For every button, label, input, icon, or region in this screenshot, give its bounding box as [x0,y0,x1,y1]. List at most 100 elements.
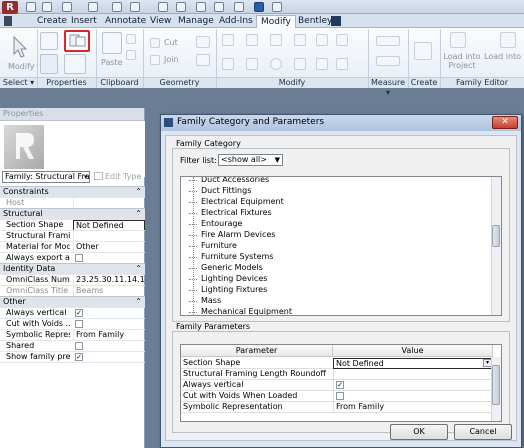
tab-create[interactable]: Create [33,15,71,28]
list-item[interactable]: Electrical Fixtures [189,208,272,219]
type-selector[interactable]: Family: Structural Fra [2,171,90,183]
property-row-shared[interactable]: Shared [0,340,145,351]
tab-annotate[interactable]: Annotate [101,15,150,28]
match-type-icon[interactable] [126,50,136,60]
table-row[interactable]: Always vertical ✓ [181,380,493,391]
list-item[interactable]: Generic Models [189,263,263,274]
list-item[interactable]: Duct Accessories [189,177,269,186]
print-icon[interactable] [112,2,122,12]
group-select[interactable]: Select ▾ [0,77,37,88]
cut-geometry-icon[interactable] [150,38,160,48]
load-into-project-icon[interactable] [450,32,466,48]
trim-icon[interactable] [294,58,306,70]
group-measure[interactable]: Measure ▾ [368,77,408,97]
edit-type-button[interactable]: Edit Type [94,171,141,183]
redo-icon[interactable] [88,2,98,12]
scrollbar-thumb[interactable] [492,365,500,405]
paste-icon[interactable] [102,32,122,54]
family-category-parameters-button[interactable] [64,30,90,52]
ok-button[interactable]: OK [390,424,448,440]
switch-windows-icon[interactable] [234,2,244,12]
column-header-value[interactable]: Value [333,345,493,357]
close-button[interactable]: ✕ [492,116,518,129]
property-row-show-family-pre-cut[interactable]: Show family pre-... ✓ [0,351,145,362]
measure-icon[interactable] [130,2,140,12]
list-item[interactable]: Furniture [189,241,237,252]
table-row[interactable]: Cut with Voids When Loaded [181,391,493,402]
align-icon[interactable] [222,34,234,46]
property-row-cut-with-voids[interactable]: Cut with Voids ... [0,318,145,329]
modify-button[interactable] [6,34,34,60]
parameter-value[interactable] [333,369,493,380]
tab-modify[interactable]: Modify [256,15,296,28]
undo-icon[interactable] [62,2,72,12]
cancel-button[interactable]: Cancel [454,424,512,440]
list-item[interactable]: Lighting Fixtures [189,285,267,296]
family-category-icon[interactable] [40,32,58,50]
customize-icon[interactable] [272,2,282,12]
table-row[interactable]: Section Shape Not Defined ▾ [181,358,493,369]
property-row-material[interactable]: Material for Mod...Other [0,241,145,253]
tab-bentley[interactable]: Bentley [294,15,336,28]
category-list[interactable]: Duct Accessories Duct Fittings Electrica… [180,176,502,316]
property-row-always-export[interactable]: Always export as ... [0,252,145,263]
property-row-symbolic-representation[interactable]: Symbolic Repres...From Family [0,329,145,341]
section-other[interactable]: Other ⌃ [0,296,145,307]
scrollbar-thumb[interactable] [492,225,500,247]
wall-joins-icon[interactable] [196,36,210,48]
save-icon[interactable] [42,2,52,12]
property-row-always-vertical[interactable]: Always vertical ✓ [0,307,145,318]
checkbox-checked[interactable]: ✓ [75,353,83,361]
scale-icon[interactable] [336,34,348,46]
array-icon[interactable] [316,58,328,70]
filter-list-select[interactable]: <show all> ▼ [218,154,283,166]
type-properties-icon[interactable] [40,54,58,74]
checkbox-checked[interactable]: ✓ [336,381,344,389]
table-row[interactable]: Structural Framing Length Roundoff [181,369,493,380]
list-item[interactable]: Duct Fittings [189,186,251,197]
list-item[interactable]: Fire Alarm Devices [189,230,275,241]
split-face-icon[interactable] [196,54,210,66]
list-item[interactable]: Mechanical Equipment [189,307,292,315]
parameter-value[interactable]: Not Defined [333,358,493,369]
section-identity-data[interactable]: Identity Data ⌃ [0,263,145,274]
parameters-scrollbar[interactable] [491,357,501,421]
tab-insert[interactable]: Insert [67,15,101,28]
property-row-structural-framing[interactable]: Structural Frami... [0,230,145,242]
close-hidden-icon[interactable] [214,2,224,12]
create-similar-icon[interactable] [414,42,432,60]
copy-icon[interactable] [126,34,136,44]
properties-toggle-icon[interactable] [254,2,264,12]
checkbox[interactable] [75,320,83,328]
list-item[interactable]: Mass [189,296,221,307]
aligned-dimension-icon[interactable] [376,56,400,66]
offset-icon[interactable] [246,34,258,46]
ribbon-options-icon[interactable] [331,16,341,26]
copy-element-icon[interactable] [246,58,258,70]
list-item[interactable]: Furniture Systems [189,252,273,263]
category-list-scrollbar[interactable] [491,177,501,315]
property-row-section-shape[interactable]: Section Shape Not Defined [0,219,145,231]
section-structural[interactable]: Structural ⌃ [0,208,145,219]
delete-icon[interactable] [336,58,348,70]
text-icon[interactable] [158,2,168,12]
move-icon[interactable] [222,58,234,70]
split-element-icon[interactable] [316,34,328,46]
list-item[interactable]: Lighting Devices [189,274,267,285]
family-types-icon[interactable] [64,54,86,74]
mirror-axis-icon[interactable] [270,34,282,46]
section-constraints[interactable]: Constraints ⌃ [0,186,145,197]
property-row-omniclass-number[interactable]: OmniClass Num...23.25.30.11.14.14 [0,274,145,286]
parameter-value[interactable]: From Family [333,402,493,413]
checkbox[interactable] [75,342,83,350]
tab-manage[interactable]: Manage [174,15,218,28]
load-into-project-close-icon[interactable] [500,32,516,48]
open-icon[interactable] [26,2,36,12]
tab-add-ins[interactable]: Add-Ins [215,15,257,28]
3d-view-icon[interactable] [176,2,186,12]
list-item[interactable]: Electrical Equipment [189,197,284,208]
checkbox[interactable] [336,392,344,400]
join-geometry-icon[interactable] [150,55,160,65]
rotate-icon[interactable] [270,58,282,70]
column-header-parameter[interactable]: Parameter [181,345,333,357]
